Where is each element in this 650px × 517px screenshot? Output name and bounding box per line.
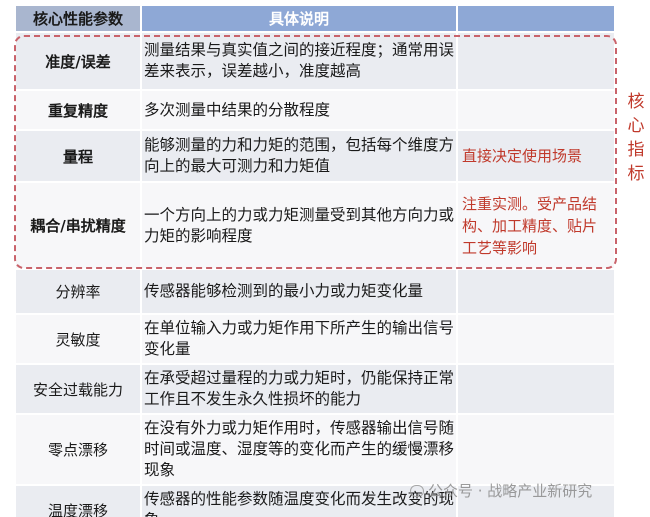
desc-cell: 在承受超过量程的力或力矩时，仍能保持正常工作且不发生永久性损坏的能力: [140, 363, 458, 415]
desc-cell: 能够测量的力和力矩的范围，包括每个维度方向上的最大可测力和力矩值: [140, 129, 458, 183]
desc-cell: 多次测量中结果的分散程度: [140, 89, 458, 131]
header-note: [456, 4, 616, 33]
table-header-row: 核心性能参数 具体说明: [14, 4, 616, 33]
param-cell: 准度/误差: [14, 31, 142, 91]
param-cell: 零点漂移: [14, 413, 142, 486]
desc-cell: 测量结果与真实值之间的接近程度；通常用误差来表示，误差越小，准度越高: [140, 31, 458, 91]
wechat-icon: [410, 485, 424, 497]
note-cell: [456, 89, 616, 131]
desc-cell: 在没有外力或力矩作用时，传感器输出信号随时间或温度、湿度等的变化而产生的缓慢漂移…: [140, 413, 458, 486]
note-cell: 注重实测。受产品结构、加工精度、贴片工艺等影响: [456, 181, 616, 270]
param-cell: 安全过载能力: [14, 363, 142, 415]
note-cell: 直接决定使用场景: [456, 129, 616, 183]
desc-cell: 一个方向上的力或力矩测量受到其他方向力或力矩的影响程度: [140, 181, 458, 270]
param-cell: 耦合/串扰精度: [14, 181, 142, 270]
table-row: 安全过载能力 在承受超过量程的力或力矩时，仍能保持正常工作且不发生永久性损坏的能…: [14, 363, 616, 415]
param-cell: 量程: [14, 129, 142, 183]
header-desc: 具体说明: [140, 4, 458, 33]
note-cell: [456, 363, 616, 415]
watermark-text: 公众号 · 战略产业新研究: [428, 482, 593, 500]
parameter-table: 核心性能参数 具体说明 准度/误差 测量结果与真实值之间的接近程度；通常用误差来…: [14, 4, 616, 517]
table-row: 重复精度 多次测量中结果的分散程度: [14, 89, 616, 131]
param-cell: 重复精度: [14, 89, 142, 131]
param-cell: 分辨率: [14, 268, 142, 315]
param-cell: 温度漂移: [14, 484, 142, 517]
header-param: 核心性能参数: [14, 4, 142, 33]
param-cell: 灵敏度: [14, 313, 142, 365]
note-cell: [456, 31, 616, 91]
table-row: 零点漂移 在没有外力或力矩作用时，传感器输出信号随时间或温度、湿度等的变化而产生…: [14, 413, 616, 486]
desc-cell: 传感器能够检测到的最小力或力矩变化量: [140, 268, 458, 315]
note-cell: [456, 268, 616, 315]
table-row: 分辨率 传感器能够检测到的最小力或力矩变化量: [14, 268, 616, 315]
table-row: 量程 能够测量的力和力矩的范围，包括每个维度方向上的最大可测力和力矩值 直接决定…: [14, 129, 616, 183]
table-row: 耦合/串扰精度 一个方向上的力或力矩测量受到其他方向力或力矩的影响程度 注重实测…: [14, 181, 616, 270]
note-cell: [456, 413, 616, 486]
table-row: 灵敏度 在单位输入力或力矩作用下所产生的输出信号变化量: [14, 313, 616, 365]
note-cell: [456, 313, 616, 365]
core-metrics-label: 核心指标: [627, 92, 645, 184]
desc-cell: 在单位输入力或力矩作用下所产生的输出信号变化量: [140, 313, 458, 365]
watermark: 公众号 · 战略产业新研究: [410, 480, 592, 501]
table-row: 准度/误差 测量结果与真实值之间的接近程度；通常用误差来表示，误差越小，准度越高: [14, 31, 616, 91]
